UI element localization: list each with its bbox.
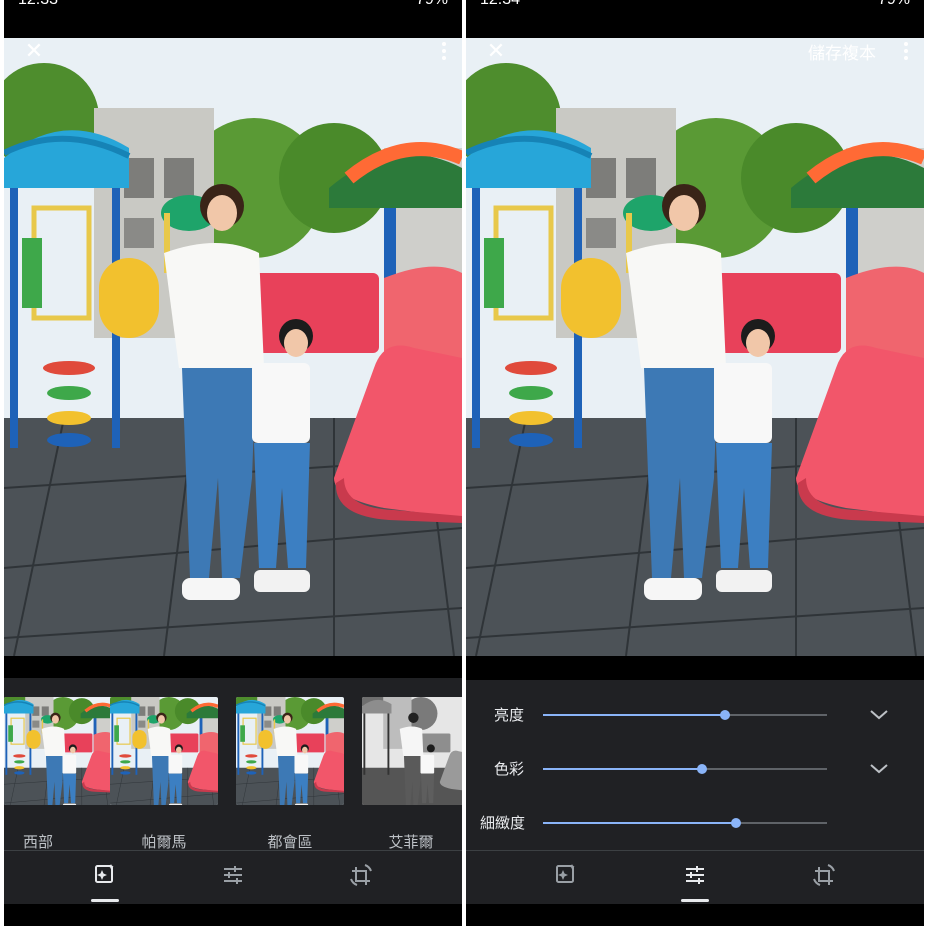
more-options-button[interactable] bbox=[436, 38, 452, 64]
more-vert-icon bbox=[904, 42, 908, 60]
crop-rotate-icon bbox=[813, 864, 835, 886]
pop-row: 細緻度 bbox=[466, 806, 924, 840]
chevron-down-icon[interactable] bbox=[868, 759, 890, 777]
brightness-row: 亮度 bbox=[466, 698, 924, 732]
close-icon: ✕ bbox=[486, 38, 506, 64]
filter-label: 都會區 bbox=[267, 833, 313, 851]
status-battery: 79% bbox=[878, 0, 910, 9]
slider-knob[interactable] bbox=[697, 764, 708, 774]
tab-crop-rotate[interactable] bbox=[347, 861, 375, 889]
slider-knob[interactable] bbox=[719, 710, 730, 720]
status-bar: 12:33 79% bbox=[4, 0, 462, 38]
tab-filters[interactable] bbox=[552, 861, 580, 889]
status-time: 12:33 bbox=[18, 0, 58, 9]
status-time: 12:34 bbox=[480, 0, 520, 9]
tab-adjust[interactable] bbox=[681, 861, 709, 889]
close-button[interactable]: ✕ bbox=[20, 38, 48, 64]
pop-label: 細緻度 bbox=[480, 814, 526, 832]
filter-label: 艾菲爾 bbox=[388, 833, 434, 851]
close-icon: ✕ bbox=[24, 38, 44, 64]
save-copy-button[interactable]: 儲存複本 bbox=[808, 38, 876, 64]
chevron-down-icon[interactable] bbox=[868, 705, 890, 723]
photo-preview bbox=[4, 38, 462, 656]
status-battery: 79% bbox=[416, 0, 448, 9]
tab-crop-rotate[interactable] bbox=[810, 861, 838, 889]
tab-adjust[interactable] bbox=[219, 861, 247, 889]
filter-eiffel[interactable]: 艾菲爾 bbox=[362, 697, 462, 851]
filter-thumbnail bbox=[362, 697, 462, 805]
left-screen: 12:33 79% ✕ 西部 帕爾馬 都會區 bbox=[4, 0, 462, 926]
photo-divider bbox=[466, 656, 924, 680]
bottom-toolbar bbox=[4, 850, 462, 904]
more-options-button[interactable] bbox=[898, 38, 914, 64]
photo-preview bbox=[466, 38, 924, 656]
pop-slider[interactable] bbox=[543, 818, 827, 828]
slider-fill bbox=[543, 714, 725, 716]
bottom-toolbar bbox=[466, 850, 924, 904]
adjust-icon bbox=[224, 866, 242, 884]
adjust-panel: 亮度 色彩 細緻度 bbox=[466, 680, 924, 850]
filter-thumbnail bbox=[110, 697, 218, 805]
brightness-slider[interactable] bbox=[543, 710, 827, 720]
filters-icon bbox=[556, 864, 575, 883]
crop-rotate-icon bbox=[350, 864, 372, 886]
filters-icon bbox=[95, 864, 114, 883]
filter-palma[interactable]: 帕爾馬 bbox=[110, 697, 218, 851]
filter-thumbnail bbox=[236, 697, 344, 805]
status-bar: 12:34 79% bbox=[466, 0, 924, 38]
color-slider[interactable] bbox=[543, 764, 827, 774]
system-nav-bar bbox=[4, 904, 462, 926]
active-tab-indicator bbox=[91, 899, 119, 902]
photo-divider bbox=[4, 656, 462, 678]
active-tab-indicator bbox=[681, 899, 709, 902]
slider-fill bbox=[543, 822, 737, 824]
filter-thumbnail bbox=[4, 697, 112, 805]
slider-knob[interactable] bbox=[731, 818, 742, 828]
filter-metro[interactable]: 都會區 bbox=[236, 697, 344, 851]
filter-strip: 西部 帕爾馬 都會區 艾菲爾 bbox=[4, 678, 462, 851]
close-button[interactable]: ✕ bbox=[482, 38, 510, 64]
slider-fill bbox=[543, 768, 703, 770]
system-nav-bar bbox=[466, 904, 924, 926]
tab-filters[interactable] bbox=[91, 861, 119, 889]
color-row: 色彩 bbox=[466, 752, 924, 786]
filter-label: 帕爾馬 bbox=[141, 833, 187, 851]
more-vert-icon bbox=[442, 42, 446, 60]
adjust-icon bbox=[686, 866, 704, 884]
filter-label: 西部 bbox=[22, 833, 53, 851]
filter-west[interactable]: 西部 bbox=[4, 697, 112, 851]
right-screen: 12:34 79% ✕ 儲存複本 亮度 色彩 bbox=[466, 0, 924, 926]
